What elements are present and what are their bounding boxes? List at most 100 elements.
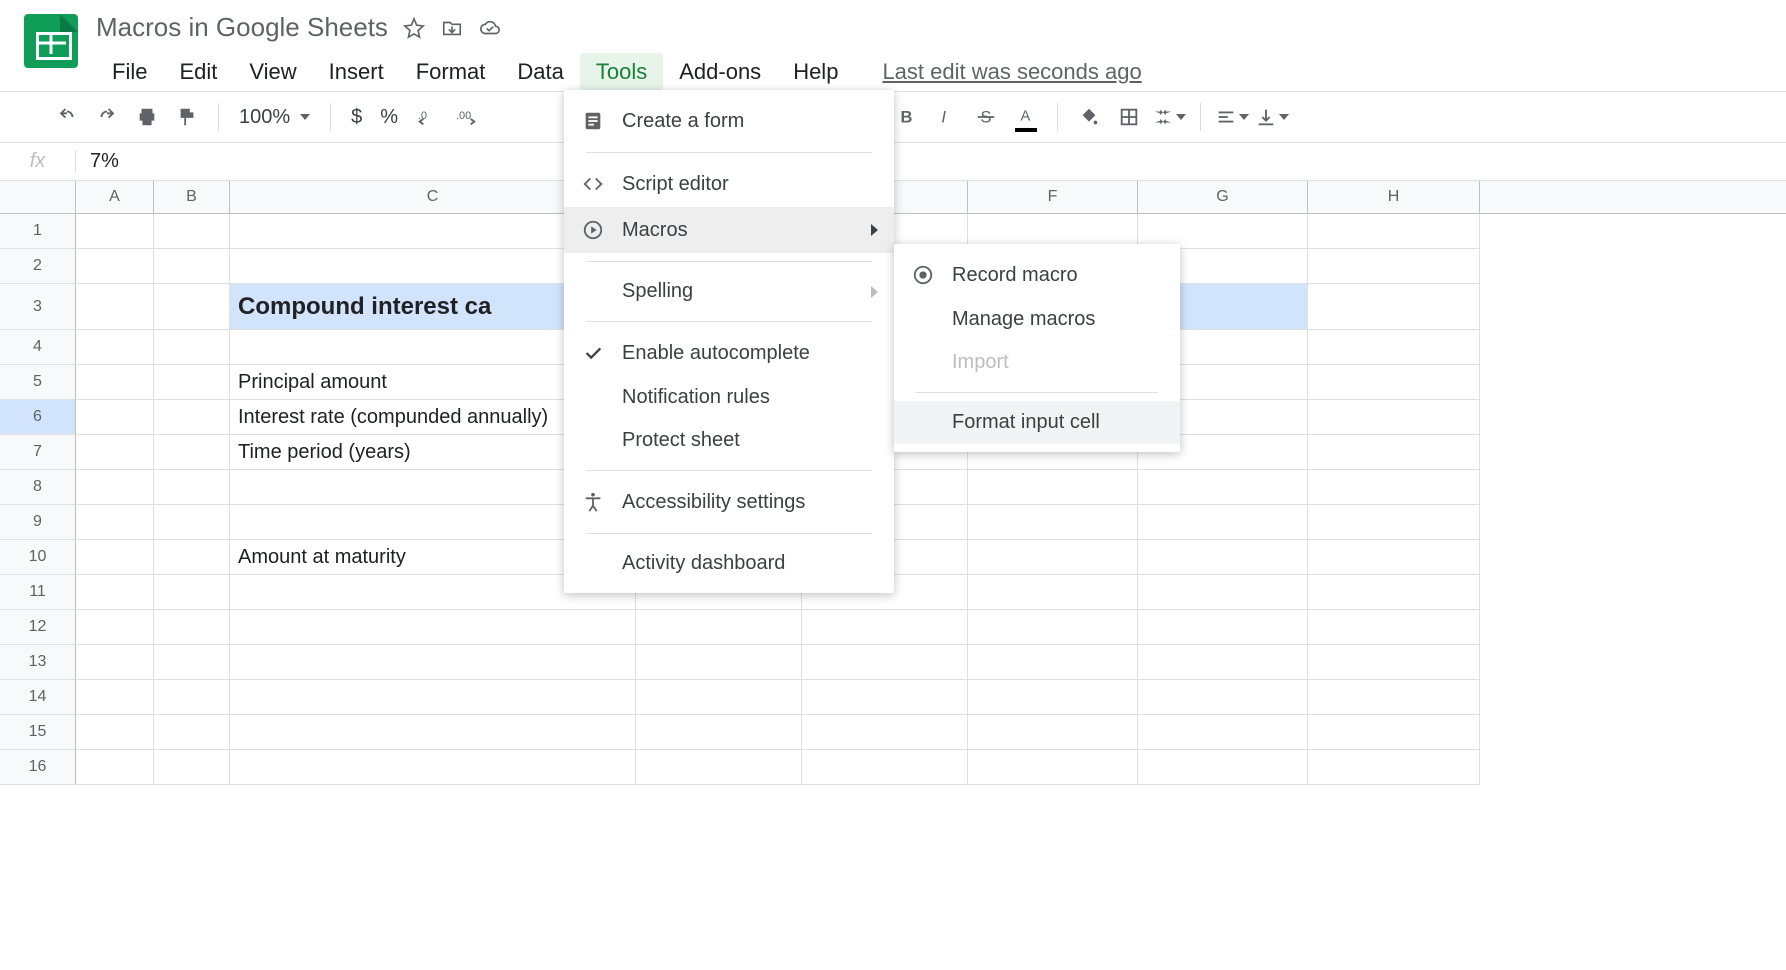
vertical-align-button[interactable] [1255, 100, 1289, 134]
cell-H16[interactable] [1308, 750, 1480, 785]
cell-A15[interactable] [76, 715, 154, 750]
cell-A4[interactable] [76, 330, 154, 365]
cell-G12[interactable] [1138, 610, 1308, 645]
cell-F11[interactable] [968, 575, 1138, 610]
cell-B12[interactable] [154, 610, 230, 645]
column-header-h[interactable]: H [1308, 181, 1480, 213]
cell-E16[interactable] [802, 750, 968, 785]
menu-file[interactable]: File [96, 53, 163, 91]
cell-C13[interactable] [230, 645, 636, 680]
cell-H9[interactable] [1308, 505, 1480, 540]
cell-A6[interactable] [76, 400, 154, 435]
cell-B5[interactable] [154, 365, 230, 400]
cell-B1[interactable] [154, 214, 230, 249]
cell-D14[interactable] [636, 680, 802, 715]
select-all-corner[interactable] [0, 181, 76, 213]
row-header-1[interactable]: 1 [0, 214, 76, 249]
cell-H4[interactable] [1308, 330, 1480, 365]
menu-view[interactable]: View [233, 53, 312, 91]
cell-A10[interactable] [76, 540, 154, 575]
menu-tools[interactable]: Tools [580, 53, 663, 91]
cell-F8[interactable] [968, 470, 1138, 505]
last-edit-link[interactable]: Last edit was seconds ago [882, 59, 1141, 85]
print-button[interactable] [130, 100, 164, 134]
cell-A5[interactable] [76, 365, 154, 400]
cell-H3[interactable] [1308, 284, 1480, 330]
macros-format-input-cell[interactable]: Format input cell [894, 401, 1180, 444]
cell-F14[interactable] [968, 680, 1138, 715]
cell-C14[interactable] [230, 680, 636, 715]
move-icon[interactable] [440, 16, 464, 40]
redo-button[interactable] [90, 100, 124, 134]
cell-F15[interactable] [968, 715, 1138, 750]
cell-B6[interactable] [154, 400, 230, 435]
tools-accessibility[interactable]: Accessibility settings [564, 479, 894, 525]
cell-A9[interactable] [76, 505, 154, 540]
row-header-15[interactable]: 15 [0, 715, 76, 750]
cell-H1[interactable] [1308, 214, 1480, 249]
horizontal-align-button[interactable] [1215, 100, 1249, 134]
tools-enable-autocomplete[interactable]: Enable autocomplete [564, 330, 894, 376]
row-header-7[interactable]: 7 [0, 435, 76, 470]
cell-B16[interactable] [154, 750, 230, 785]
cell-F13[interactable] [968, 645, 1138, 680]
cell-A11[interactable] [76, 575, 154, 610]
cell-H10[interactable] [1308, 540, 1480, 575]
menu-help[interactable]: Help [777, 53, 854, 91]
menu-edit[interactable]: Edit [163, 53, 233, 91]
cell-D13[interactable] [636, 645, 802, 680]
cell-G13[interactable] [1138, 645, 1308, 680]
row-header-14[interactable]: 14 [0, 680, 76, 715]
paint-format-button[interactable] [170, 100, 204, 134]
cell-G15[interactable] [1138, 715, 1308, 750]
tools-script-editor[interactable]: Script editor [564, 161, 894, 207]
undo-button[interactable] [50, 100, 84, 134]
row-header-6[interactable]: 6 [0, 400, 76, 435]
formula-input[interactable]: 7% [76, 150, 1786, 173]
cell-A8[interactable] [76, 470, 154, 505]
italic-button[interactable]: I [929, 100, 963, 134]
column-header-g[interactable]: G [1138, 181, 1308, 213]
cloud-status-icon[interactable] [478, 16, 502, 40]
cell-E15[interactable] [802, 715, 968, 750]
percent-button[interactable]: % [374, 100, 404, 134]
cell-A7[interactable] [76, 435, 154, 470]
star-icon[interactable] [402, 16, 426, 40]
row-header-16[interactable]: 16 [0, 750, 76, 785]
row-header-2[interactable]: 2 [0, 249, 76, 284]
tools-spelling[interactable]: Spelling [564, 270, 894, 313]
cell-E14[interactable] [802, 680, 968, 715]
macros-manage[interactable]: Manage macros [894, 298, 1180, 341]
zoom-select[interactable]: 100% [233, 106, 316, 129]
cell-F16[interactable] [968, 750, 1138, 785]
row-header-8[interactable]: 8 [0, 470, 76, 505]
cell-C15[interactable] [230, 715, 636, 750]
tools-macros[interactable]: Macros [564, 207, 894, 253]
merge-cells-button[interactable] [1152, 100, 1186, 134]
sheets-logo-icon[interactable] [24, 14, 78, 68]
cell-H15[interactable] [1308, 715, 1480, 750]
cell-F9[interactable] [968, 505, 1138, 540]
cell-H11[interactable] [1308, 575, 1480, 610]
cell-G9[interactable] [1138, 505, 1308, 540]
cell-B9[interactable] [154, 505, 230, 540]
cell-F10[interactable] [968, 540, 1138, 575]
cell-G8[interactable] [1138, 470, 1308, 505]
row-header-9[interactable]: 9 [0, 505, 76, 540]
column-header-b[interactable]: B [154, 181, 230, 213]
column-header-f[interactable]: F [968, 181, 1138, 213]
text-color-button[interactable]: A [1009, 100, 1043, 134]
cell-G16[interactable] [1138, 750, 1308, 785]
row-header-13[interactable]: 13 [0, 645, 76, 680]
cell-A14[interactable] [76, 680, 154, 715]
cell-E13[interactable] [802, 645, 968, 680]
tools-notification-rules[interactable]: Notification rules [564, 376, 894, 419]
strikethrough-button[interactable]: S [969, 100, 1003, 134]
cell-H6[interactable] [1308, 400, 1480, 435]
cell-H2[interactable] [1308, 249, 1480, 284]
row-header-3[interactable]: 3 [0, 284, 76, 330]
cell-H14[interactable] [1308, 680, 1480, 715]
cell-G14[interactable] [1138, 680, 1308, 715]
row-header-11[interactable]: 11 [0, 575, 76, 610]
menu-data[interactable]: Data [501, 53, 579, 91]
